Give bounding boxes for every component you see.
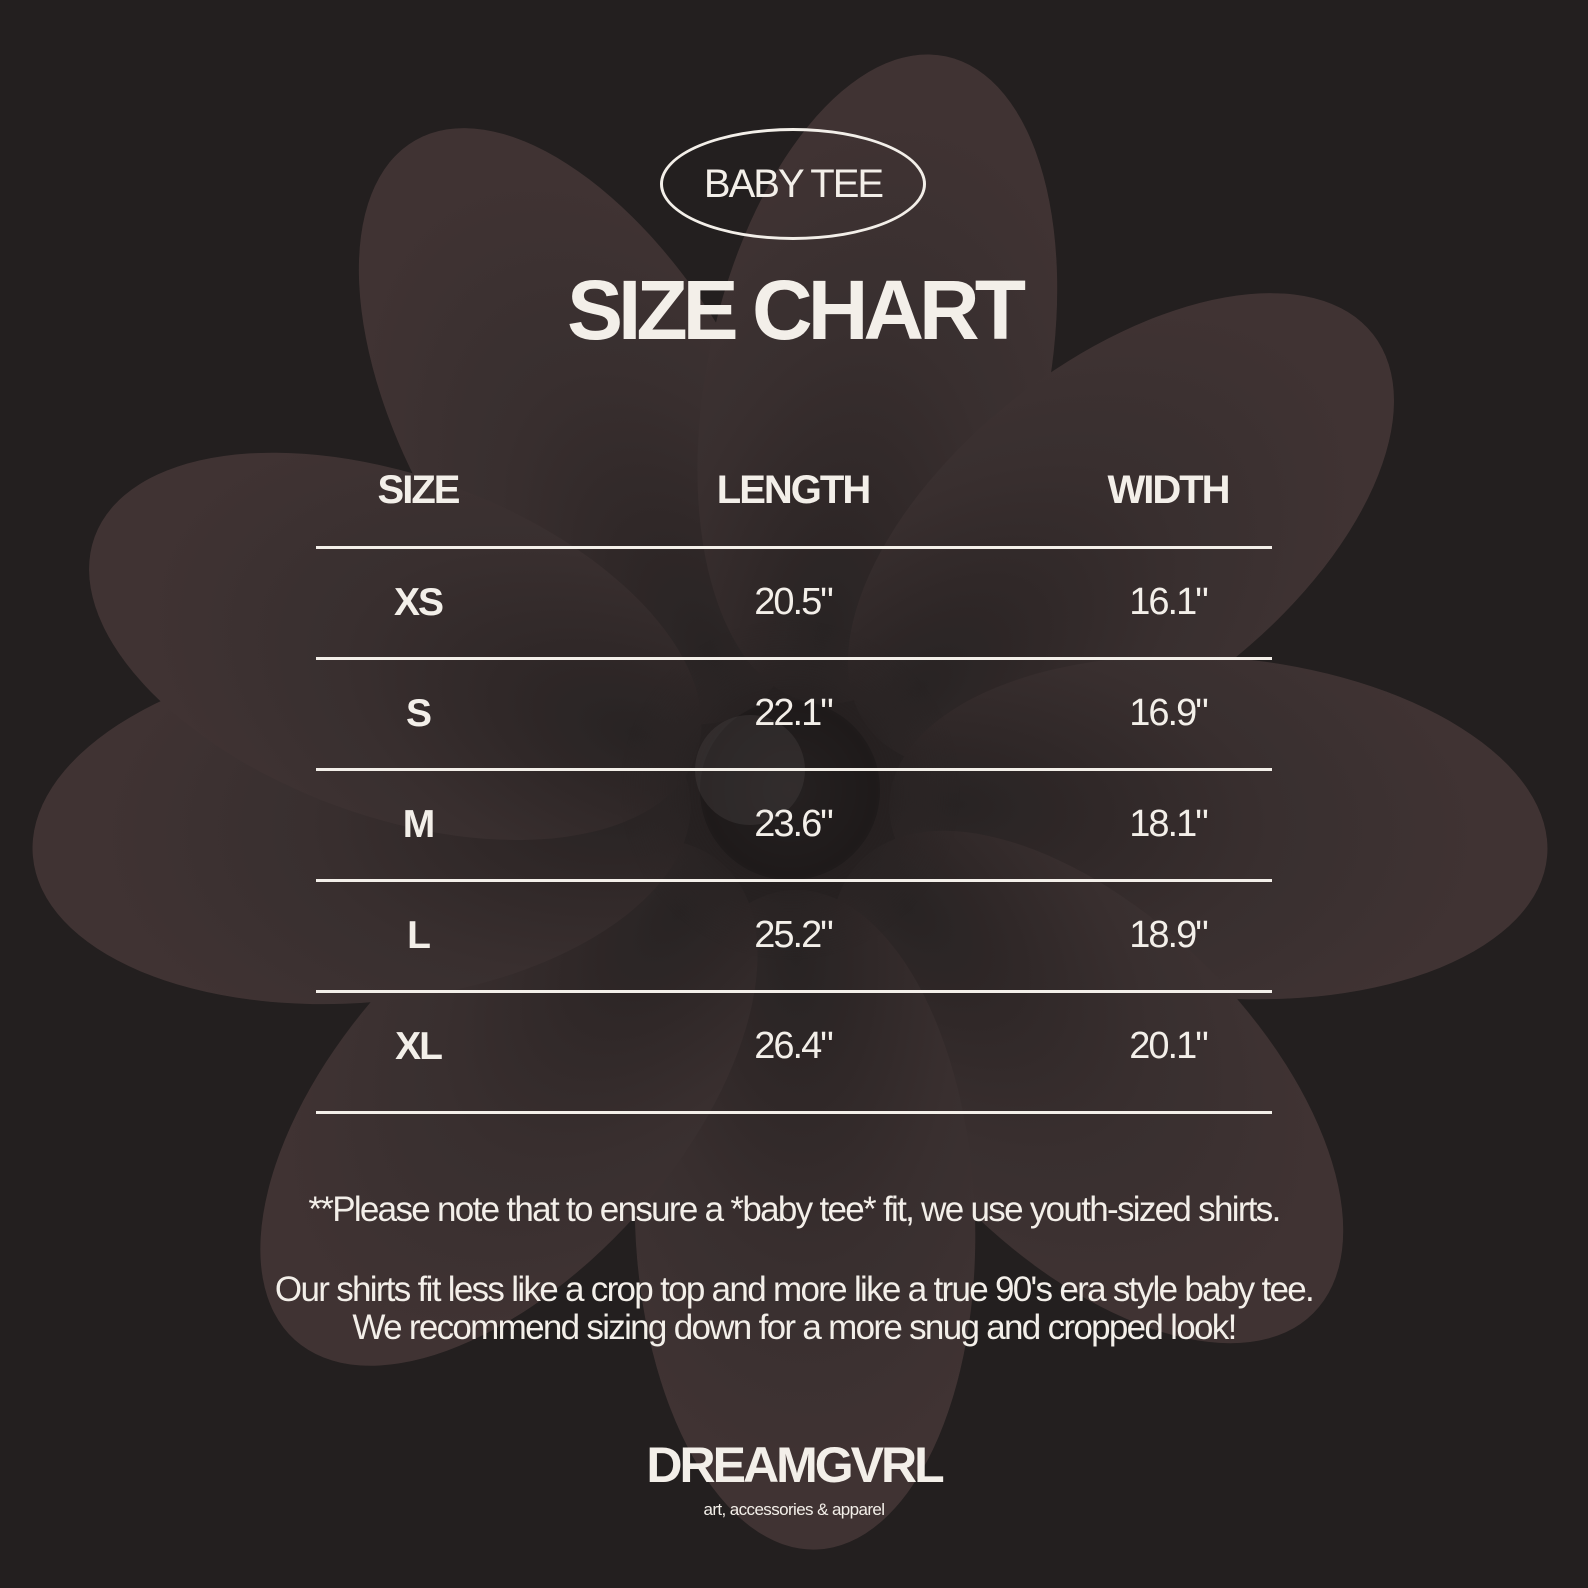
badge-label: BABY TEE	[703, 161, 884, 206]
cell-width: 16.9"	[1129, 692, 1208, 734]
header-width: WIDTH	[1107, 468, 1230, 512]
cell-length: 20.5"	[754, 581, 833, 623]
table-row: XS 20.5" 16.1"	[316, 549, 1272, 660]
cell-width: 18.1"	[1129, 803, 1208, 845]
table-row: XL 26.4" 20.1"	[316, 993, 1272, 1114]
table-row: S 22.1" 16.9"	[316, 660, 1272, 771]
youth-size-note: **Please note that to ensure a *baby tee…	[308, 1190, 1281, 1229]
cell-length: 23.6"	[754, 803, 833, 845]
brand-tagline: art, accessories & apparel	[703, 1500, 886, 1519]
cell-size: M	[402, 803, 435, 846]
size-table: SIZE LENGTH WIDTH XS 20.5" 16.1" S 22.1"…	[316, 460, 1272, 1114]
cell-width: 18.9"	[1129, 914, 1208, 956]
cell-size: XS	[393, 581, 444, 624]
fit-note: Our shirts fit less like a crop top and …	[274, 1270, 1315, 1309]
product-type-badge: BABY TEE	[660, 128, 926, 240]
table-row: M 23.6" 18.1"	[316, 771, 1272, 882]
cell-size: L	[407, 914, 431, 957]
cell-length: 22.1"	[754, 692, 833, 734]
header-length: LENGTH	[716, 468, 871, 512]
cell-length: 25.2"	[754, 914, 833, 956]
cell-width: 16.1"	[1129, 581, 1208, 623]
cell-width: 20.1"	[1129, 1025, 1208, 1067]
brand-logo: DREAMGVRL	[646, 1437, 944, 1493]
table-header: SIZE LENGTH WIDTH	[316, 460, 1272, 549]
page-title: SIZE CHART	[567, 263, 1026, 357]
cell-size: XL	[395, 1025, 443, 1068]
sizing-recommendation: We recommend sizing down for a more snug…	[352, 1308, 1237, 1347]
size-chart-page: BABY TEE SIZE CHART SIZE LENGTH WIDTH XS…	[0, 0, 1588, 1588]
cell-length: 26.4"	[754, 1025, 833, 1067]
header-size: SIZE	[377, 468, 461, 512]
cell-size: S	[405, 692, 432, 735]
table-row: L 25.2" 18.9"	[316, 882, 1272, 993]
